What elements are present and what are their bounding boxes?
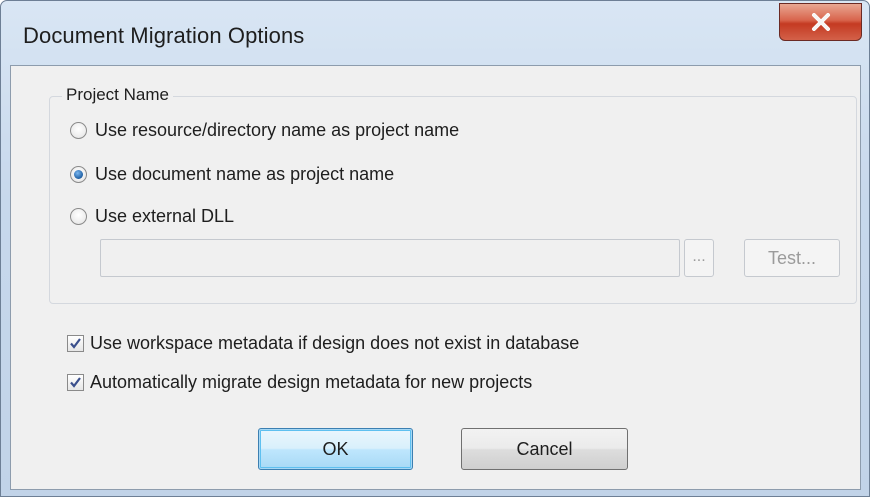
radio-button-selected[interactable] xyxy=(70,166,87,183)
dialog-body: Project Name Use resource/directory name… xyxy=(10,65,861,490)
radio-label: Use external DLL xyxy=(95,206,235,226)
window-title: Document Migration Options xyxy=(23,23,305,48)
checkbox-label: Use workspace metadata if design does no… xyxy=(90,333,580,353)
check-icon xyxy=(70,377,81,388)
ok-button[interactable]: OK xyxy=(258,428,413,470)
test-button[interactable]: Test... xyxy=(744,239,840,277)
radio-label: Use document name as project name xyxy=(95,164,395,184)
title-bar[interactable]: Document Migration Options xyxy=(1,1,869,65)
radio-document-name[interactable]: Use document name as project name xyxy=(70,164,394,185)
radio-label: Use resource/directory name as project n… xyxy=(95,120,460,140)
project-name-group: Project Name Use resource/directory name… xyxy=(49,85,857,304)
close-button[interactable] xyxy=(779,3,862,41)
browse-button[interactable]: ... xyxy=(684,239,714,277)
checkbox-label: Automatically migrate design metadata fo… xyxy=(90,372,533,392)
dll-path-input[interactable] xyxy=(100,239,680,277)
dialog-window: Document Migration Options Project Name … xyxy=(0,0,870,497)
checkbox[interactable] xyxy=(67,374,84,391)
radio-resource-name[interactable]: Use resource/directory name as project n… xyxy=(70,120,459,141)
check-icon xyxy=(70,338,81,349)
cancel-button[interactable]: Cancel xyxy=(461,428,628,470)
group-legend: Project Name xyxy=(62,85,173,105)
radio-button[interactable] xyxy=(70,208,87,225)
checkbox-use-workspace-metadata[interactable]: Use workspace metadata if design does no… xyxy=(67,333,579,354)
checkbox[interactable] xyxy=(67,335,84,352)
radio-button[interactable] xyxy=(70,122,87,139)
radio-external-dll[interactable]: Use external DLL xyxy=(70,206,234,227)
checkbox-auto-migrate[interactable]: Automatically migrate design metadata fo… xyxy=(67,372,532,393)
close-icon xyxy=(811,13,831,31)
